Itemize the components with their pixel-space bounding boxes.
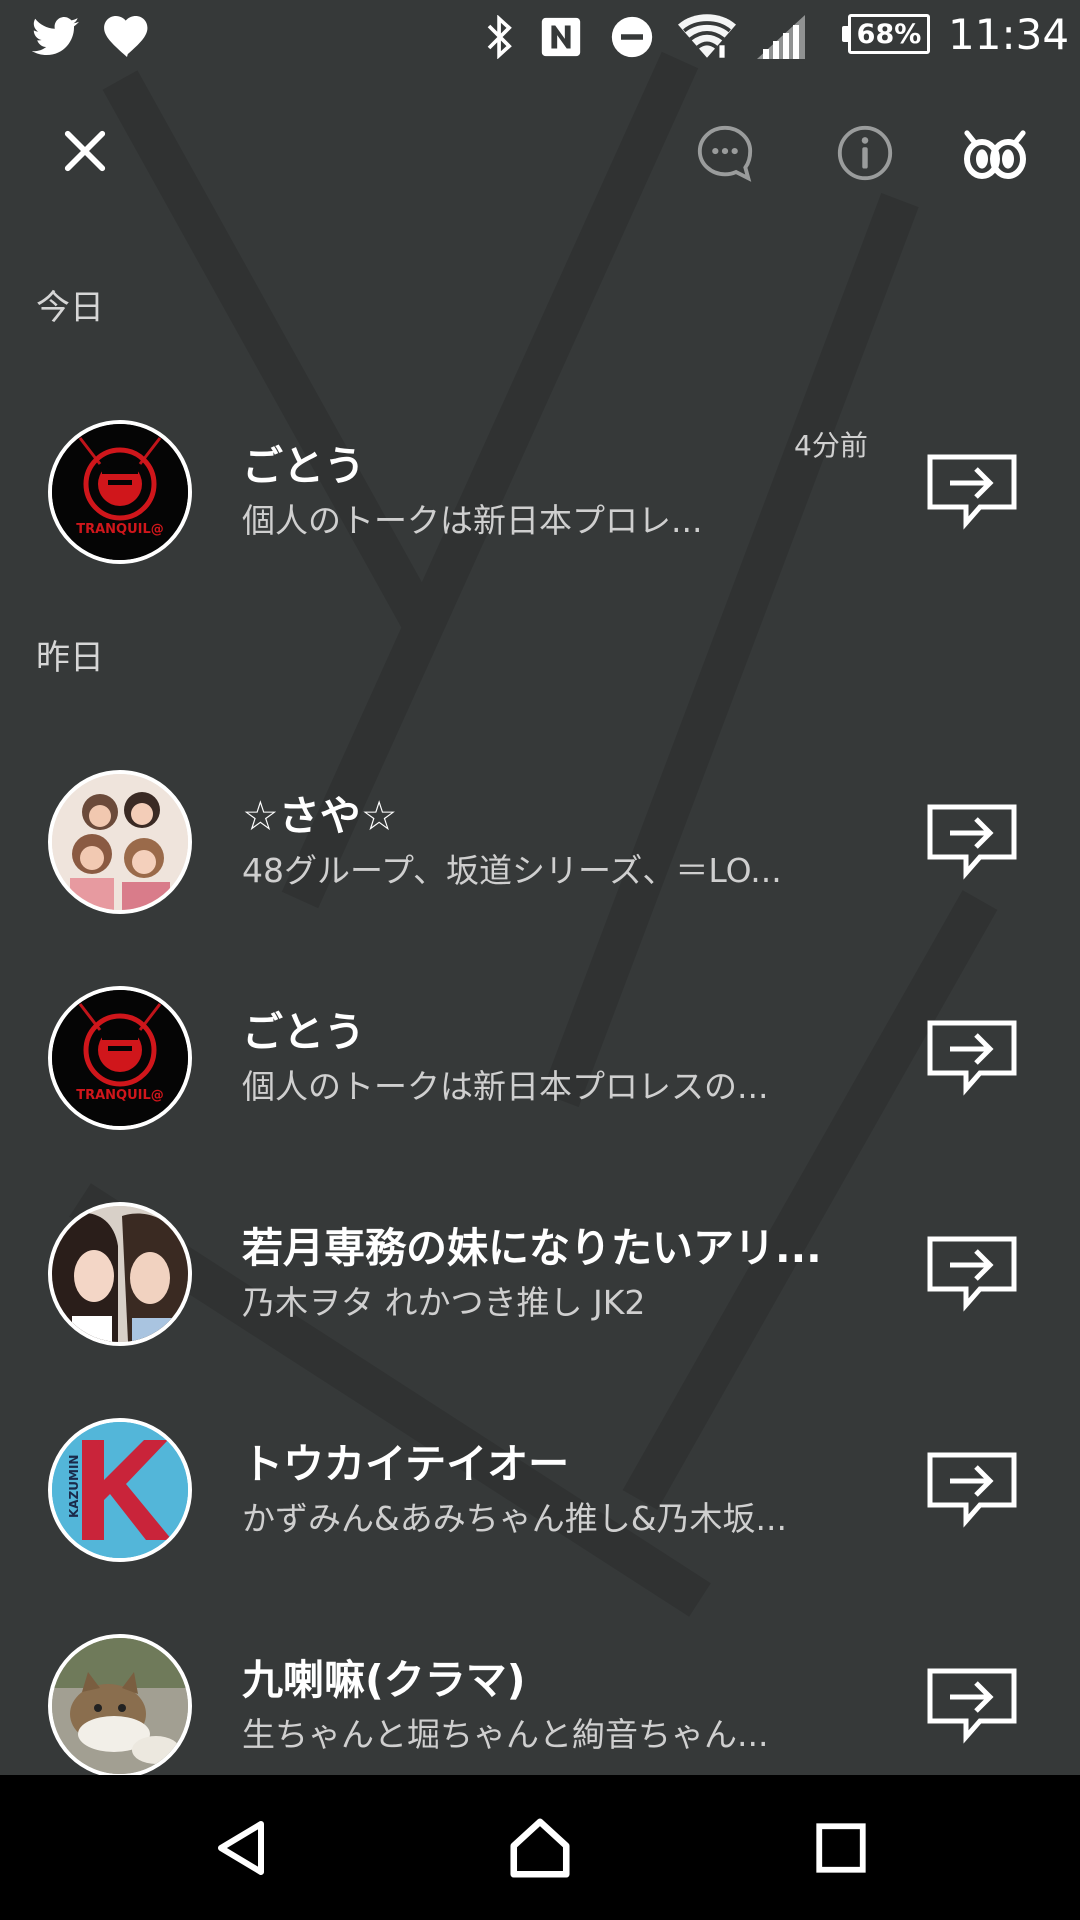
chat-button[interactable] bbox=[690, 120, 760, 190]
k-logo-image: KAZUMIN bbox=[52, 1422, 188, 1558]
tranquilo-logo-image: TRANQUIL@ bbox=[52, 424, 188, 560]
wifi-icon bbox=[676, 12, 738, 62]
close-icon bbox=[62, 128, 108, 178]
section-label-today: 今日 bbox=[36, 288, 104, 328]
chat-row[interactable]: TRANQUIL@ ごとう 個人のトークは新日本プロレスの... bbox=[0, 950, 1080, 1140]
do-not-disturb-icon bbox=[608, 12, 656, 62]
keep-icon bbox=[961, 124, 1029, 186]
group-photo-image bbox=[52, 774, 188, 910]
cat-photo-image bbox=[52, 1638, 188, 1774]
cell-signal-icon bbox=[756, 12, 806, 62]
avatar: TRANQUIL@ bbox=[48, 986, 192, 1130]
back-button[interactable] bbox=[196, 1805, 286, 1895]
info-icon bbox=[834, 122, 896, 188]
section-label-yesterday: 昨日 bbox=[36, 638, 104, 678]
svg-text:KAZUMIN: KAZUMIN bbox=[67, 1455, 81, 1518]
keep-button[interactable] bbox=[958, 120, 1032, 190]
twitter-icon bbox=[28, 12, 84, 62]
forward-message-icon bbox=[926, 1451, 1018, 1533]
share-button[interactable] bbox=[926, 454, 1018, 534]
chat-row[interactable]: 九喇嘛(クラマ) 生ちゃんと堀ちゃんと絢音ちゃん... bbox=[0, 1598, 1080, 1788]
share-chat-screen: 68% 11:34 今日 TRANQUIL@ ごとう 個人のトークは新日本プロレ… bbox=[0, 0, 1080, 1920]
share-button[interactable] bbox=[926, 1668, 1018, 1748]
chat-preview: かずみん&あみちゃん推し&乃木坂... bbox=[242, 1499, 787, 1538]
svg-text:TRANQUIL@: TRANQUIL@ bbox=[76, 522, 164, 537]
chat-name: トウカイテイオー bbox=[242, 1440, 570, 1488]
close-button[interactable] bbox=[50, 118, 120, 188]
forward-message-icon bbox=[926, 803, 1018, 885]
home-icon bbox=[505, 1813, 575, 1887]
chat-name: ごとう bbox=[242, 442, 365, 490]
battery-indicator: 68% bbox=[842, 14, 930, 54]
chat-preview: 個人のトークは新日本プロレ... bbox=[242, 501, 703, 540]
nfc-icon bbox=[536, 12, 586, 62]
system-nav-bar bbox=[0, 1775, 1080, 1920]
avatar: TRANQUIL@ bbox=[48, 420, 192, 564]
chat-preview: 乃木ヲタ れかつき推し JK2 bbox=[242, 1283, 646, 1322]
chat-preview: 生ちゃんと堀ちゃんと絢音ちゃん... bbox=[242, 1715, 769, 1754]
header-toolbar bbox=[0, 100, 1080, 210]
recents-icon bbox=[812, 1819, 870, 1881]
chat-bubble-icon bbox=[694, 122, 756, 188]
back-icon bbox=[209, 1816, 273, 1884]
forward-message-icon bbox=[926, 1667, 1018, 1749]
forward-message-icon bbox=[926, 1235, 1018, 1317]
bluetooth-icon bbox=[480, 12, 520, 62]
home-button[interactable] bbox=[495, 1805, 585, 1895]
share-button[interactable] bbox=[926, 1452, 1018, 1532]
chat-row[interactable]: KAZUMIN トウカイテイオー かずみん&あみちゃん推し&乃木坂... bbox=[0, 1382, 1080, 1572]
battery-percent: 68% bbox=[856, 18, 922, 50]
chat-name: ☆さや☆ bbox=[242, 792, 398, 840]
share-button[interactable] bbox=[926, 804, 1018, 884]
forward-message-icon bbox=[926, 1019, 1018, 1101]
chat-row[interactable]: 若月専務の妹になりたいアリ... 乃木ヲタ れかつき推し JK2 bbox=[0, 1166, 1080, 1356]
chat-name: ごとう bbox=[242, 1008, 365, 1056]
chat-preview: 48グループ、坂道シリーズ、＝LO... bbox=[242, 851, 782, 890]
info-button[interactable] bbox=[830, 120, 900, 190]
chat-name: 若月専務の妹になりたいアリ... bbox=[242, 1224, 822, 1272]
tranquilo-logo-image: TRANQUIL@ bbox=[52, 990, 188, 1126]
avatar: KAZUMIN bbox=[48, 1418, 192, 1562]
chat-time: 4分前 bbox=[794, 429, 868, 462]
forward-message-icon bbox=[926, 453, 1018, 535]
share-button[interactable] bbox=[926, 1020, 1018, 1100]
chat-row[interactable]: TRANQUIL@ ごとう 個人のトークは新日本プロレ... 4分前 bbox=[0, 384, 1080, 574]
share-button[interactable] bbox=[926, 1236, 1018, 1316]
chat-row[interactable]: ☆さや☆ 48グループ、坂道シリーズ、＝LO... bbox=[0, 734, 1080, 924]
status-time: 11:34 bbox=[948, 10, 1070, 59]
avatar bbox=[48, 1202, 192, 1346]
svg-text:TRANQUIL@: TRANQUIL@ bbox=[76, 1088, 164, 1103]
heart-icon bbox=[100, 12, 154, 62]
avatar bbox=[48, 1634, 192, 1778]
recents-button[interactable] bbox=[796, 1805, 886, 1895]
chat-name: 九喇嘛(クラマ) bbox=[242, 1656, 526, 1704]
avatar bbox=[48, 770, 192, 914]
duo-photo-image bbox=[52, 1206, 188, 1342]
status-bar: 68% 11:34 bbox=[0, 0, 1080, 75]
chat-preview: 個人のトークは新日本プロレスの... bbox=[242, 1067, 769, 1106]
